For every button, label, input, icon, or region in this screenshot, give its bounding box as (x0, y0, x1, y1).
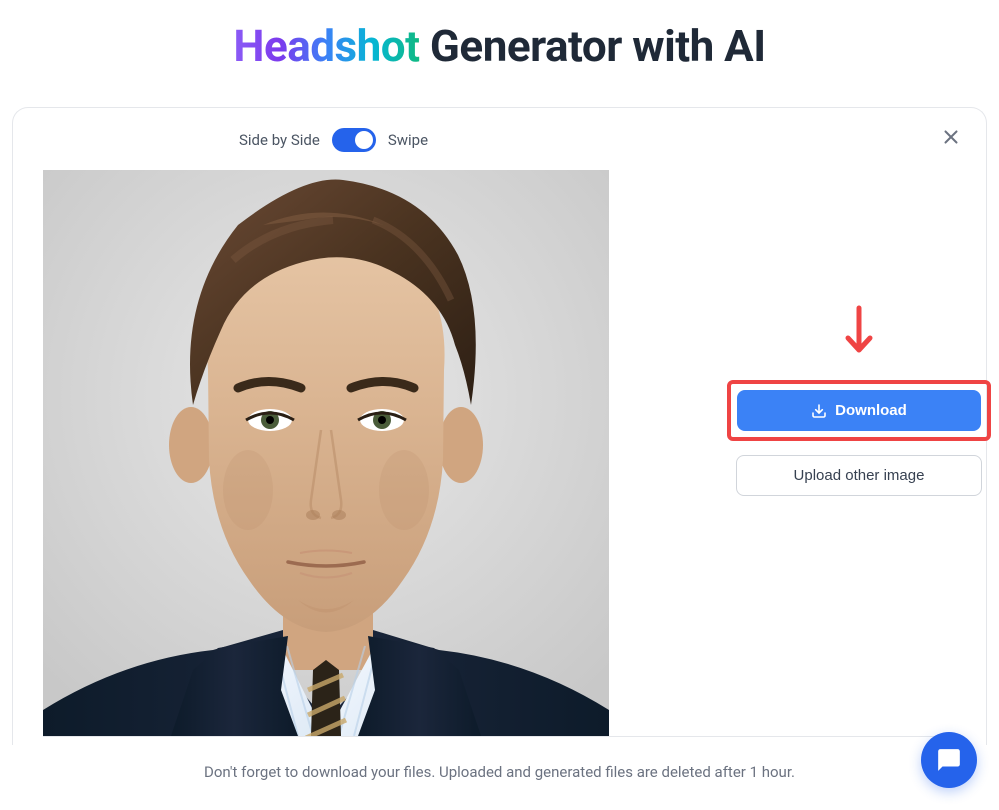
toggle-label-left: Side by Side (239, 131, 320, 149)
download-label: Download (835, 402, 907, 419)
toggle-label-right: Swipe (388, 131, 428, 149)
title-gradient: Headshot (233, 20, 419, 72)
main-row: Download Upload other image (43, 170, 956, 736)
view-toggle-switch[interactable] (332, 128, 376, 152)
content-panel: Side by Side Swipe (12, 107, 987, 745)
arrow-down-icon (843, 304, 875, 360)
chat-fab[interactable] (921, 732, 977, 788)
headshot-image (43, 170, 609, 736)
close-icon (940, 126, 962, 148)
title-rest: Generator with AI (420, 20, 766, 72)
headshot-preview (43, 170, 609, 736)
download-icon (811, 403, 827, 419)
view-toggle: Side by Side Swipe (239, 128, 956, 152)
action-column: Download Upload other image (729, 170, 989, 496)
download-button[interactable]: Download (737, 390, 981, 431)
page-title: Headshot Generator with AI (0, 0, 999, 107)
chat-icon (936, 747, 962, 773)
upload-other-button[interactable]: Upload other image (736, 455, 982, 496)
footer-note: Don't forget to download your files. Upl… (43, 736, 956, 807)
download-highlight-box: Download (727, 380, 991, 441)
toggle-knob (355, 131, 373, 149)
close-button[interactable] (940, 126, 962, 152)
